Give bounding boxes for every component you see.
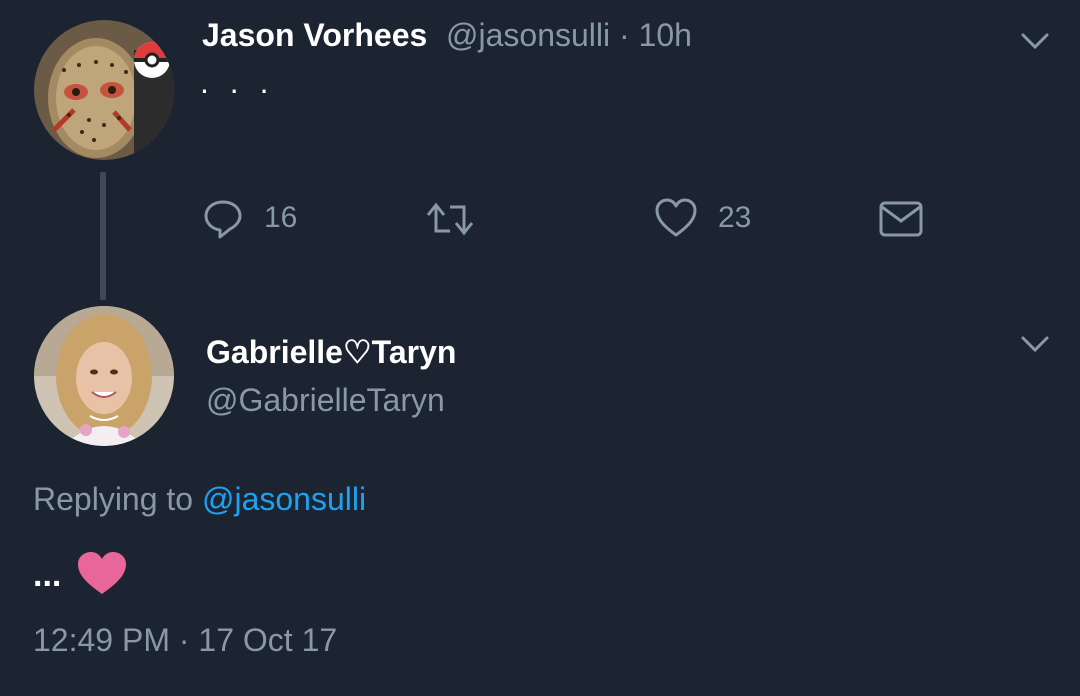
avatar-jason[interactable]: [34, 20, 174, 160]
tweet-text: . . .: [200, 64, 275, 100]
reply-action[interactable]: 16: [202, 197, 297, 239]
reply-author-name[interactable]: Gabrielle♡Taryn: [206, 333, 456, 371]
author-name[interactable]: Jason Vorhees: [202, 17, 427, 54]
tweet-time[interactable]: 10h: [639, 17, 692, 53]
reply-icon: [202, 197, 244, 239]
message-action[interactable]: [878, 199, 924, 239]
reply-text: ...: [33, 550, 129, 601]
thread-line: [100, 172, 106, 300]
retweet-icon: [424, 199, 476, 239]
heart-icon: [654, 197, 698, 239]
separator: ·: [619, 17, 630, 53]
pink-heart-emoji: [75, 550, 129, 601]
reply-timestamp: 12:49 PM · 17 Oct 17: [33, 622, 338, 658]
reply-author-handle[interactable]: @GabrielleTaryn: [206, 382, 445, 419]
tweet-menu-chevron-icon[interactable]: [1020, 30, 1050, 52]
replying-prefix: Replying to: [33, 481, 194, 517]
retweet-action[interactable]: [424, 199, 476, 239]
author-meta: @jasonsulli · 10h: [446, 17, 692, 54]
reply-ellipsis: ...: [33, 556, 62, 594]
avatar-gabrielle[interactable]: [34, 306, 174, 446]
reply-count: 16: [264, 201, 298, 234]
replying-to: Replying to @jasonsulli: [33, 481, 366, 518]
like-count: 23: [718, 201, 752, 234]
like-action[interactable]: 23: [654, 197, 751, 239]
replying-handle-link[interactable]: @jasonsulli: [202, 481, 366, 517]
reply-menu-chevron-icon[interactable]: [1020, 333, 1050, 355]
envelope-icon: [878, 199, 924, 239]
author-handle[interactable]: @jasonsulli: [446, 17, 610, 53]
